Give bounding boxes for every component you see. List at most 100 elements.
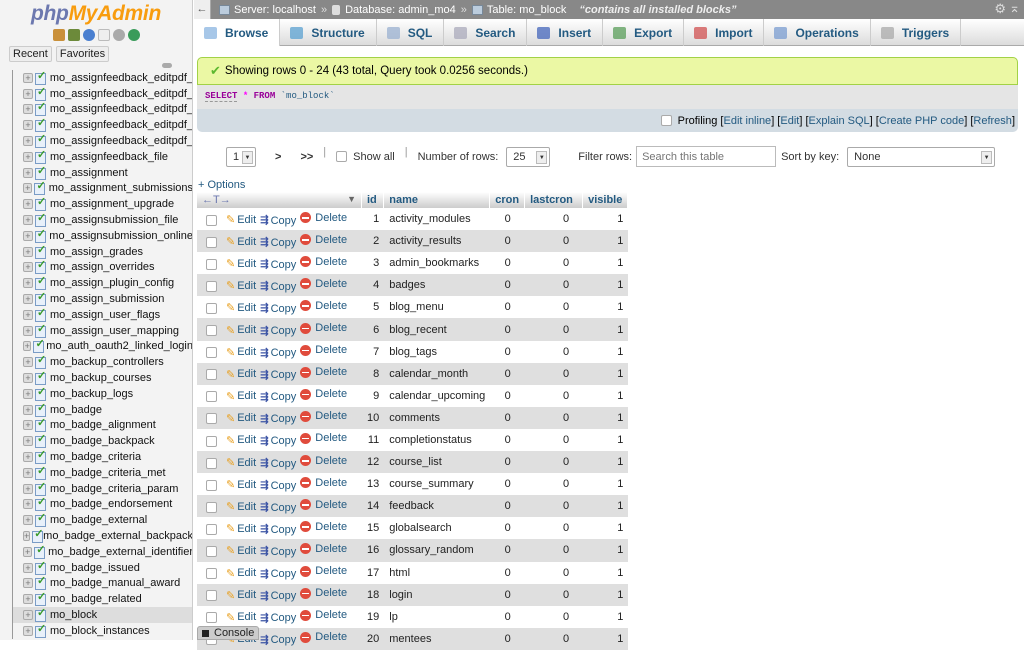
column-resize-header[interactable]: ←T→ ▼ [197,192,362,208]
cell-visible[interactable]: 1 [583,384,629,407]
expand-icon[interactable]: + [23,562,33,573]
delete-button[interactable]: Delete [300,278,347,290]
delete-button[interactable]: Delete [300,388,347,400]
edit-button[interactable]: ✎Edit [226,456,256,470]
cell-id[interactable]: 5 [362,296,385,319]
link-with-main-icon[interactable] [162,63,172,68]
table-structure-icon[interactable] [33,543,45,559]
delete-button[interactable]: Delete [300,410,347,422]
cell-id[interactable]: 1 [362,208,385,231]
delete-button[interactable]: Delete [300,455,347,467]
table-structure-icon[interactable] [34,132,46,149]
cell-id[interactable]: 16 [362,539,385,562]
copy-button[interactable]: ⇶ Copy [260,590,296,602]
tab-export[interactable]: Export [603,19,685,46]
delete-button[interactable]: Delete [300,521,347,533]
row-checkbox[interactable] [206,214,217,226]
copy-button[interactable]: ⇶ Copy [260,325,296,337]
sql-select[interactable]: SELECT [205,91,238,102]
expand-icon[interactable]: + [23,531,31,541]
cell-name[interactable]: course_summary [384,473,491,496]
table-structure-icon[interactable] [34,432,46,449]
row-checkbox[interactable] [206,347,217,359]
cell-name[interactable]: globalsearch [384,517,491,540]
row-checkbox[interactable] [206,303,217,315]
copy-button[interactable]: ⇶ Copy [260,612,296,624]
edit-button[interactable]: ✎Edit [226,500,256,514]
docs-icon[interactable] [97,29,110,41]
cell-visible[interactable]: 1 [583,406,629,429]
delete-button[interactable]: Delete [300,212,347,224]
cell-name[interactable]: activity_modules [384,208,491,231]
cell-cron[interactable]: 0 [490,362,526,385]
sidebar-table-item[interactable]: + mo_assign_user_mapping [23,322,192,339]
delete-button[interactable]: Delete [300,499,347,511]
cell-id[interactable]: 2 [362,230,385,253]
tab-browse[interactable]: Browse [194,19,281,46]
table-name[interactable]: mo_badge_criteria [50,451,141,463]
console-toggle[interactable]: Console [197,626,260,640]
row-checkbox[interactable] [206,568,217,580]
cell-cron[interactable]: 0 [490,605,526,628]
row-checkbox[interactable] [206,501,217,513]
table-name[interactable]: mo_assignment_upgrade [50,198,174,210]
cell-name[interactable]: completionstatus [384,428,491,452]
sidebar-table-item[interactable]: + mo_assignfeedback_editpdf_ [23,85,192,102]
delete-button[interactable]: Delete [300,543,347,555]
copy-button[interactable]: ⇶ Copy [260,259,296,271]
sidebar-table-item[interactable]: + mo_auth_oauth2_linked_login [23,337,192,355]
cell-id[interactable]: 11 [362,428,385,452]
edit-button[interactable]: ✎Edit [226,434,256,447]
expand-icon[interactable]: + [23,309,33,320]
cell-name[interactable]: login [384,583,491,606]
expand-icon[interactable]: + [23,183,33,194]
tab-sql[interactable]: SQL [377,19,445,46]
table-structure-icon[interactable] [34,511,46,528]
table-structure-icon[interactable] [34,290,46,307]
cell-id[interactable]: 12 [362,451,385,474]
copy-button[interactable]: ⇶ Copy [260,369,296,381]
row-checkbox[interactable] [206,590,217,602]
sidebar-table-item[interactable]: + mo_assignment [23,164,192,181]
expand-icon[interactable]: + [23,151,33,162]
table-name[interactable]: mo_badge_external_identifier [48,546,192,558]
breadcrumb-server[interactable]: Server: localhost [234,4,316,16]
edit-button[interactable]: ✎Edit [226,478,256,492]
edit-button[interactable]: ✎Edit [226,589,256,602]
cell-lastcron[interactable]: 0 [525,252,584,275]
cell-name[interactable]: blog_tags [384,340,491,363]
sidebar-table-item[interactable]: + mo_assignfeedback_editpdf_ [23,116,192,133]
cell-lastcron[interactable]: 0 [525,627,584,650]
cell-id[interactable]: 14 [362,495,385,518]
sidebar-table-item[interactable]: + mo_assignfeedback_editpdf_ [23,100,192,118]
tab-search[interactable]: Search [444,19,528,46]
table-name[interactable]: mo_badge_manual_award [50,577,180,589]
table-name[interactable]: mo_backup_logs [50,388,133,400]
edit-button[interactable]: ✎Edit [226,544,256,558]
sidebar-table-item[interactable]: + mo_badge_external_backpack [23,527,192,544]
cell-visible[interactable]: 1 [583,274,629,297]
sql-query-box[interactable]: SELECT * FROM `mo_block` [197,85,1018,109]
sidebar-table-item[interactable]: + mo_badge_external [23,511,192,528]
page-select[interactable]: 1 ▼ [226,146,256,167]
sidebar-table-item[interactable]: + mo_badge_manual_award [23,574,192,592]
cell-visible[interactable]: 1 [583,318,629,341]
table-name[interactable]: mo_badge_backpack [50,435,155,447]
table-name[interactable]: mo_assignment_submissions [49,182,192,194]
copy-button[interactable]: ⇶ Copy [260,303,296,315]
edit-button[interactable]: ✎Edit [226,368,256,381]
favorites-tab[interactable]: Favorites [55,46,110,62]
sidebar-table-item[interactable]: + mo_assign_overrides [23,258,192,276]
table-structure-icon[interactable] [34,322,46,338]
sort-by-key-select[interactable]: None ▼ [847,146,996,167]
cell-cron[interactable]: 0 [490,318,526,341]
delete-button[interactable]: Delete [300,432,347,444]
copy-button[interactable]: ⇶ Copy [260,502,296,514]
cell-visible[interactable]: 1 [583,517,629,540]
sidebar-table-item[interactable]: + mo_assignment_upgrade [23,195,192,212]
explain-sql-link[interactable]: Explain SQL [809,115,870,127]
copy-button[interactable]: ⇶ Copy [260,524,296,536]
table-structure-icon[interactable] [34,69,46,85]
copy-button[interactable]: ⇶ Copy [260,546,296,558]
sidebar-table-item[interactable]: + mo_assign_plugin_config [23,274,192,291]
